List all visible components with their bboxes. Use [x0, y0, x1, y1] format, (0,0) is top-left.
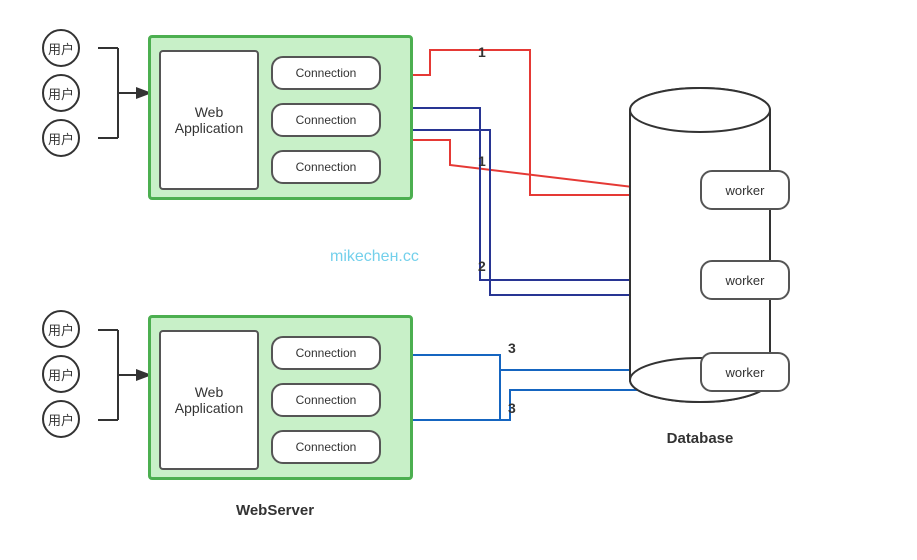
- number-3-bot: 3: [508, 400, 516, 416]
- conn-bot-2: Connection: [271, 383, 381, 417]
- conn-top-1: Connection: [271, 56, 381, 90]
- conn-bot-3: Connection: [271, 430, 381, 464]
- user-bot-2: 用户: [42, 355, 80, 393]
- webapp-box-top: Web Application: [159, 50, 259, 190]
- watermark: mikechен.cc: [330, 248, 419, 266]
- webapp-box-bottom: Web Application: [159, 330, 259, 470]
- webserver-top: Web Application Connection Connection Co…: [148, 35, 413, 200]
- user-bot-3: 用户: [42, 400, 80, 438]
- worker-2: worker: [700, 260, 790, 300]
- number-1-bot: 1: [478, 153, 486, 169]
- number-1-top: 1: [478, 44, 486, 60]
- user-top-3: 用户: [42, 119, 80, 157]
- user-top-1: 用户: [42, 29, 80, 67]
- conn-top-3: Connection: [271, 150, 381, 184]
- worker-1: worker: [700, 170, 790, 210]
- number-3-top: 3: [508, 340, 516, 356]
- database-label: Database: [635, 430, 765, 447]
- webserver-bottom: Web Application Connection Connection Co…: [148, 315, 413, 480]
- conn-top-2: Connection: [271, 103, 381, 137]
- webserver-label: WebServer: [185, 502, 365, 519]
- conn-bot-1: Connection: [271, 336, 381, 370]
- number-2: 2: [478, 258, 486, 274]
- user-top-2: 用户: [42, 74, 80, 112]
- worker-3: worker: [700, 352, 790, 392]
- user-bot-1: 用户: [42, 310, 80, 348]
- diagram: 用户 用户 用户 Web Application Connection Conn…: [0, 0, 917, 560]
